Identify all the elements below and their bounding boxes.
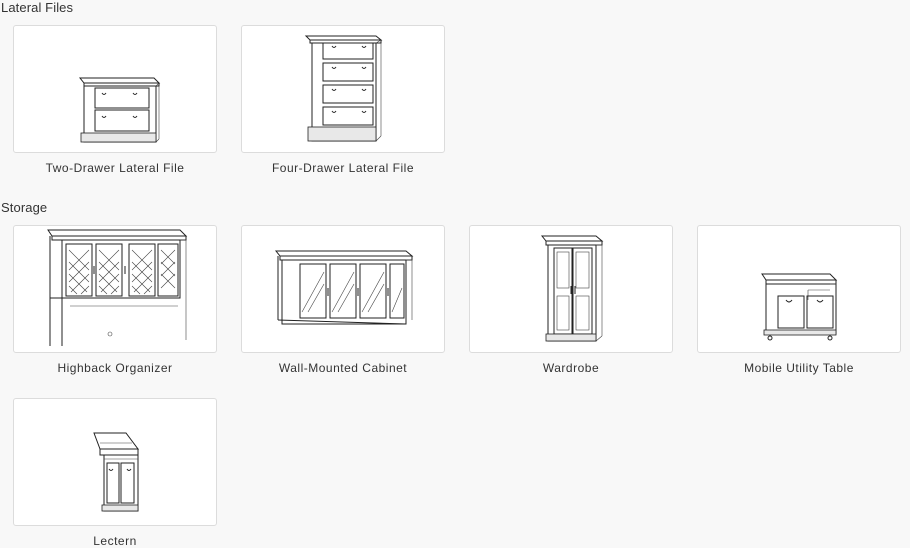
highback-organizer-icon (47, 229, 188, 346)
product-card-four-drawer-lateral-file[interactable]: Four-Drawer Lateral File (241, 25, 445, 175)
wardrobe-icon (540, 235, 604, 342)
two-drawer-lateral-file-icon (78, 77, 161, 143)
product-label[interactable]: Highback Organizer (13, 361, 217, 375)
section-title-lateral-files: Lateral Files (1, 0, 74, 15)
product-card-two-drawer-lateral-file[interactable]: Two-Drawer Lateral File (13, 25, 217, 175)
product-label[interactable]: Wardrobe (469, 361, 673, 375)
product-label[interactable]: Four-Drawer Lateral File (241, 161, 445, 175)
product-tile[interactable] (697, 225, 901, 353)
wall-mounted-cabinet-icon (274, 250, 414, 325)
product-label[interactable]: Wall-Mounted Cabinet (241, 361, 445, 375)
product-card-wardrobe[interactable]: Wardrobe (469, 225, 673, 375)
product-tile[interactable] (241, 25, 445, 153)
product-tile[interactable] (13, 225, 217, 353)
section-title-storage: Storage (1, 200, 48, 215)
product-label[interactable]: Two-Drawer Lateral File (13, 161, 217, 175)
product-label[interactable]: Lectern (13, 534, 217, 548)
product-tile[interactable] (13, 25, 217, 153)
product-card-lectern[interactable]: Lectern (13, 398, 217, 548)
four-drawer-lateral-file-icon (304, 35, 383, 142)
product-tile[interactable] (469, 225, 673, 353)
product-tile[interactable] (13, 398, 217, 526)
product-card-wall-mounted-cabinet[interactable]: Wall-Mounted Cabinet (241, 225, 445, 375)
lectern-icon (93, 432, 139, 512)
product-card-highback-organizer[interactable]: Highback Organizer (13, 225, 217, 375)
mobile-utility-table-icon (761, 273, 838, 341)
furniture-catalog: Lateral Files Two-Drawer Lateral File Fo… (0, 0, 910, 548)
product-card-mobile-utility-table[interactable]: Mobile Utility Table (697, 225, 901, 375)
product-tile[interactable] (241, 225, 445, 353)
product-label[interactable]: Mobile Utility Table (697, 361, 901, 375)
